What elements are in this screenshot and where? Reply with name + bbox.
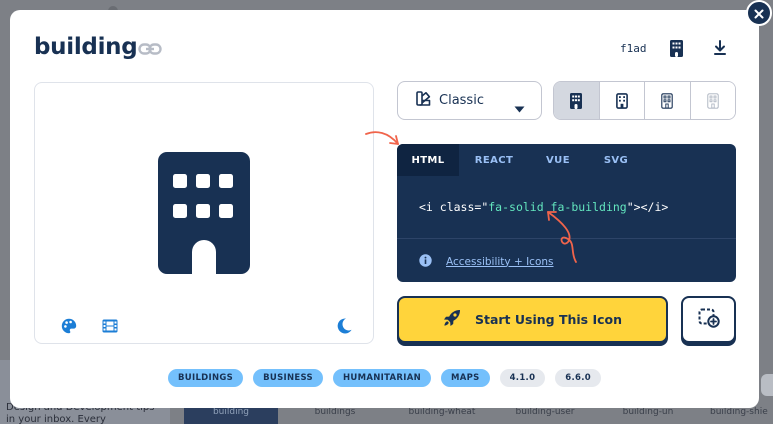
tag-list: BUILDINGS BUSINESS HUMANITARIAN MAPS 4.1… [10,369,759,387]
building-thin-icon [707,92,719,109]
backdrop-scroll-tab [761,374,773,396]
building-icon[interactable] [667,38,685,58]
code-open: <i class= [419,200,482,214]
version-badge: 6.6.0 [555,369,601,387]
variant-group [553,81,736,120]
rocket-icon [443,309,461,331]
accessibility-link[interactable]: Accessibility + Icons [446,256,554,268]
info-circle-icon [419,252,432,271]
close-button[interactable] [746,0,772,26]
film-icon[interactable] [101,317,119,335]
shapes-icon [416,91,431,110]
tab-svg[interactable]: SVG [587,144,645,176]
start-using-label: Start Using This Icon [474,312,623,327]
variant-light-button[interactable] [644,82,690,119]
version-badge: 4.1.0 [499,369,546,387]
caret-down-icon [514,98,525,117]
moon-icon[interactable] [335,317,353,335]
accessibility-row: Accessibility + Icons [419,252,554,271]
style-select-value: Classic [439,93,484,108]
close-icon [754,4,764,23]
building-light-icon [661,92,673,109]
variant-solid-button[interactable] [554,82,599,119]
tab-html[interactable]: HTML [397,144,459,176]
code-close: ></i> [633,200,669,214]
doodle-arrow-icon [365,131,399,145]
unicode-value[interactable]: f1ad [620,42,647,55]
building-outline-icon [615,92,628,109]
icon-preview-panel [34,82,374,344]
icon-title: building [34,34,138,60]
tag-humanitarian[interactable]: HUMANITARIAN [332,369,431,387]
variant-thin-button[interactable] [689,82,735,119]
tab-vue[interactable]: VUE [529,144,587,176]
doodle-arrow-icon [547,211,577,263]
start-using-icon-button[interactable]: Start Using This Icon [397,296,668,343]
variant-regular-button[interactable] [598,82,644,119]
download-icon[interactable] [711,38,729,58]
building-icon [570,92,583,109]
tag-maps[interactable]: MAPS [441,369,490,387]
tag-buildings[interactable]: BUILDINGS [168,369,244,387]
link-icon[interactable] [138,40,162,58]
icon-detail-modal: building f1ad Classic HTML REACT VUE SVG… [10,10,759,408]
tab-react[interactable]: REACT [459,144,529,176]
palette-icon[interactable] [60,317,78,335]
building-icon [158,152,250,274]
style-select[interactable]: Classic [397,81,542,120]
code-quote-close: " [626,200,634,214]
add-to-collection-icon [698,308,720,332]
tag-business[interactable]: BUSINESS [253,369,323,387]
code-tabs: HTML REACT VUE SVG [397,144,736,176]
add-to-collection-button[interactable] [681,296,736,343]
